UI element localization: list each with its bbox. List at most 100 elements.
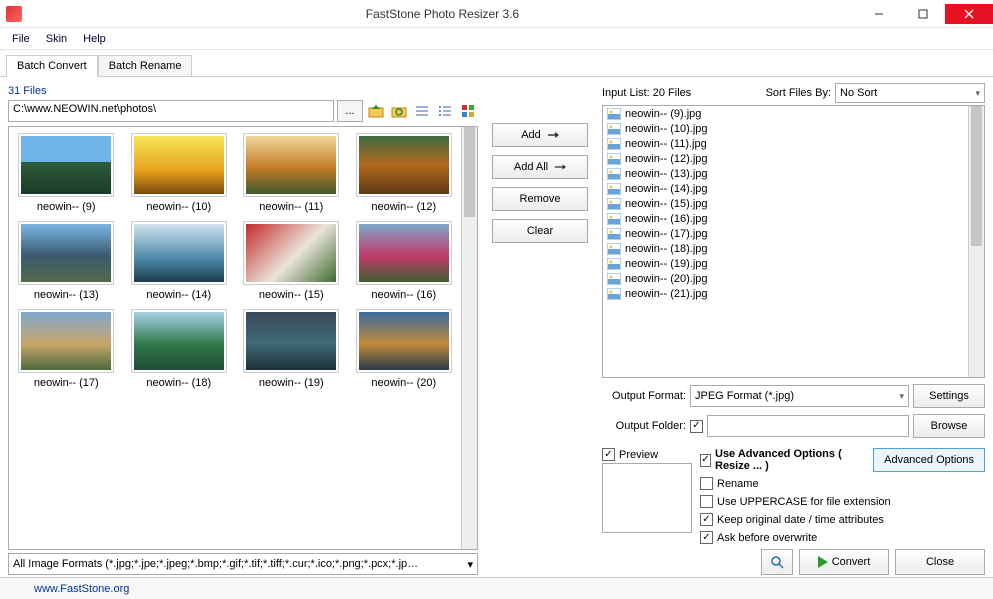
list-item-label: neowin-- (16).jpg — [625, 213, 708, 225]
ask-overwrite-checkbox[interactable] — [700, 531, 713, 544]
thumbnail-item[interactable]: neowin-- (9) — [15, 133, 118, 213]
output-format-select[interactable]: JPEG Format (*.jpg)▾ — [690, 385, 909, 407]
thumbnail-item[interactable]: neowin-- (10) — [128, 133, 231, 213]
thumbnail-item[interactable]: neowin-- (15) — [240, 221, 343, 301]
preview-box — [602, 463, 692, 533]
advanced-options-button[interactable]: Advanced Options — [873, 448, 985, 472]
image-file-icon — [607, 198, 621, 210]
thumbnail-item[interactable]: neowin-- (14) — [128, 221, 231, 301]
thumbs-scrollbar[interactable] — [461, 127, 477, 549]
thumbnail-label: neowin-- (17) — [34, 377, 99, 389]
clear-button[interactable]: Clear — [492, 219, 588, 243]
list-item[interactable]: neowin-- (12).jpg — [603, 151, 968, 166]
list-item[interactable]: neowin-- (14).jpg — [603, 181, 968, 196]
thumbnail-item[interactable]: neowin-- (13) — [15, 221, 118, 301]
thumbnail-item[interactable]: neowin-- (18) — [128, 309, 231, 389]
image-file-icon — [607, 168, 621, 180]
thumbnail-label: neowin-- (12) — [371, 201, 436, 213]
thumbnail-item[interactable]: neowin-- (19) — [240, 309, 343, 389]
browse-path-button[interactable]: ... — [337, 100, 363, 122]
add-button[interactable]: Add — [492, 123, 588, 147]
thumbnail-item[interactable]: neowin-- (16) — [353, 221, 456, 301]
preview-checkbox[interactable] — [602, 448, 615, 461]
file-filter-select[interactable]: All Image Formats (*.jpg;*.jpe;*.jpeg;*.… — [8, 553, 478, 575]
close-dialog-button[interactable]: Close — [895, 549, 985, 575]
rename-checkbox[interactable] — [700, 477, 713, 490]
chevron-down-icon: ▾ — [975, 88, 980, 99]
thumbnail-label: neowin-- (10) — [146, 201, 211, 213]
browse-button[interactable]: Browse — [913, 414, 985, 438]
keep-date-checkbox[interactable] — [700, 513, 713, 526]
view-list-icon[interactable] — [435, 101, 455, 121]
close-button[interactable] — [945, 4, 993, 24]
advanced-checkbox[interactable] — [700, 454, 711, 467]
menu-help[interactable]: Help — [75, 30, 114, 48]
thumbnail-label: neowin-- (19) — [259, 377, 324, 389]
tab-batch-rename[interactable]: Batch Rename — [98, 55, 193, 77]
thumbnail-grid: neowin-- (9) neowin-- (10) neowin-- (11) ne… — [9, 127, 461, 549]
list-item[interactable]: neowin-- (19).jpg — [603, 256, 968, 271]
list-item-label: neowin-- (13).jpg — [625, 168, 708, 180]
list-item-label: neowin-- (12).jpg — [625, 153, 708, 165]
up-folder-icon[interactable] — [366, 101, 386, 121]
thumbnail-label: neowin-- (18) — [146, 377, 211, 389]
thumbnail-label: neowin-- (14) — [146, 289, 211, 301]
list-item[interactable]: neowin-- (15).jpg — [603, 196, 968, 211]
list-item[interactable]: neowin-- (17).jpg — [603, 226, 968, 241]
maximize-button[interactable] — [901, 4, 945, 24]
input-list[interactable]: neowin-- (9).jpg neowin-- (10).jpg neowin-… — [603, 106, 968, 377]
search-preview-button[interactable] — [761, 549, 793, 575]
thumbnail-item[interactable]: neowin-- (11) — [240, 133, 343, 213]
thumbnail-label: neowin-- (13) — [34, 289, 99, 301]
output-folder-input[interactable] — [707, 415, 909, 437]
list-item[interactable]: neowin-- (21).jpg — [603, 286, 968, 301]
list-item-label: neowin-- (11).jpg — [625, 138, 707, 150]
list-item[interactable]: neowin-- (9).jpg — [603, 106, 968, 121]
website-link[interactable]: www.FastStone.org — [34, 583, 129, 595]
list-item[interactable]: neowin-- (20).jpg — [603, 271, 968, 286]
ask-overwrite-label: Ask before overwrite — [717, 532, 817, 544]
window-title: FastStone Photo Resizer 3.6 — [28, 7, 857, 21]
view-details-icon[interactable] — [412, 101, 432, 121]
settings-button[interactable]: Settings — [913, 384, 985, 408]
menu-skin[interactable]: Skin — [38, 30, 75, 48]
preview-label: Preview — [619, 449, 658, 461]
image-file-icon — [607, 273, 621, 285]
menu-file[interactable]: File — [4, 30, 38, 48]
image-file-icon — [607, 213, 621, 225]
thumbnail-item[interactable]: neowin-- (17) — [15, 309, 118, 389]
remove-button[interactable]: Remove — [492, 187, 588, 211]
output-folder-label: Output Folder: — [602, 420, 686, 432]
image-file-icon — [607, 288, 621, 300]
image-file-icon — [607, 153, 621, 165]
sort-select[interactable]: No Sort▾ — [835, 83, 985, 103]
list-item-label: neowin-- (10).jpg — [625, 123, 708, 135]
list-item[interactable]: neowin-- (11).jpg — [603, 136, 968, 151]
app-icon — [6, 6, 22, 22]
titlebar: FastStone Photo Resizer 3.6 — [0, 0, 993, 28]
file-filter-value: All Image Formats (*.jpg;*.jpe;*.jpeg;*.… — [13, 558, 418, 570]
list-item[interactable]: neowin-- (10).jpg — [603, 121, 968, 136]
tab-batch-convert[interactable]: Batch Convert — [6, 55, 98, 77]
list-item[interactable]: neowin-- (18).jpg — [603, 241, 968, 256]
sort-label: Sort Files By: — [766, 87, 831, 99]
list-item-label: neowin-- (15).jpg — [625, 198, 708, 210]
add-all-button[interactable]: Add All — [492, 155, 588, 179]
image-file-icon — [607, 258, 621, 270]
refresh-icon[interactable] — [389, 101, 409, 121]
path-input[interactable]: C:\www.NEOWIN.net\photos\ — [8, 100, 334, 122]
list-item-label: neowin-- (19).jpg — [625, 258, 708, 270]
list-scrollbar[interactable] — [968, 106, 984, 377]
list-item[interactable]: neowin-- (13).jpg — [603, 166, 968, 181]
list-item-label: neowin-- (17).jpg — [625, 228, 708, 240]
thumbnail-item[interactable]: neowin-- (20) — [353, 309, 456, 389]
thumbnail-item[interactable]: neowin-- (12) — [353, 133, 456, 213]
output-folder-checkbox[interactable] — [690, 420, 703, 433]
thumbnail-label: neowin-- (11) — [259, 201, 323, 213]
minimize-button[interactable] — [857, 4, 901, 24]
uppercase-checkbox[interactable] — [700, 495, 713, 508]
convert-button[interactable]: Convert — [799, 549, 889, 575]
image-file-icon — [607, 243, 621, 255]
list-item[interactable]: neowin-- (16).jpg — [603, 211, 968, 226]
view-thumbs-icon[interactable] — [458, 101, 478, 121]
